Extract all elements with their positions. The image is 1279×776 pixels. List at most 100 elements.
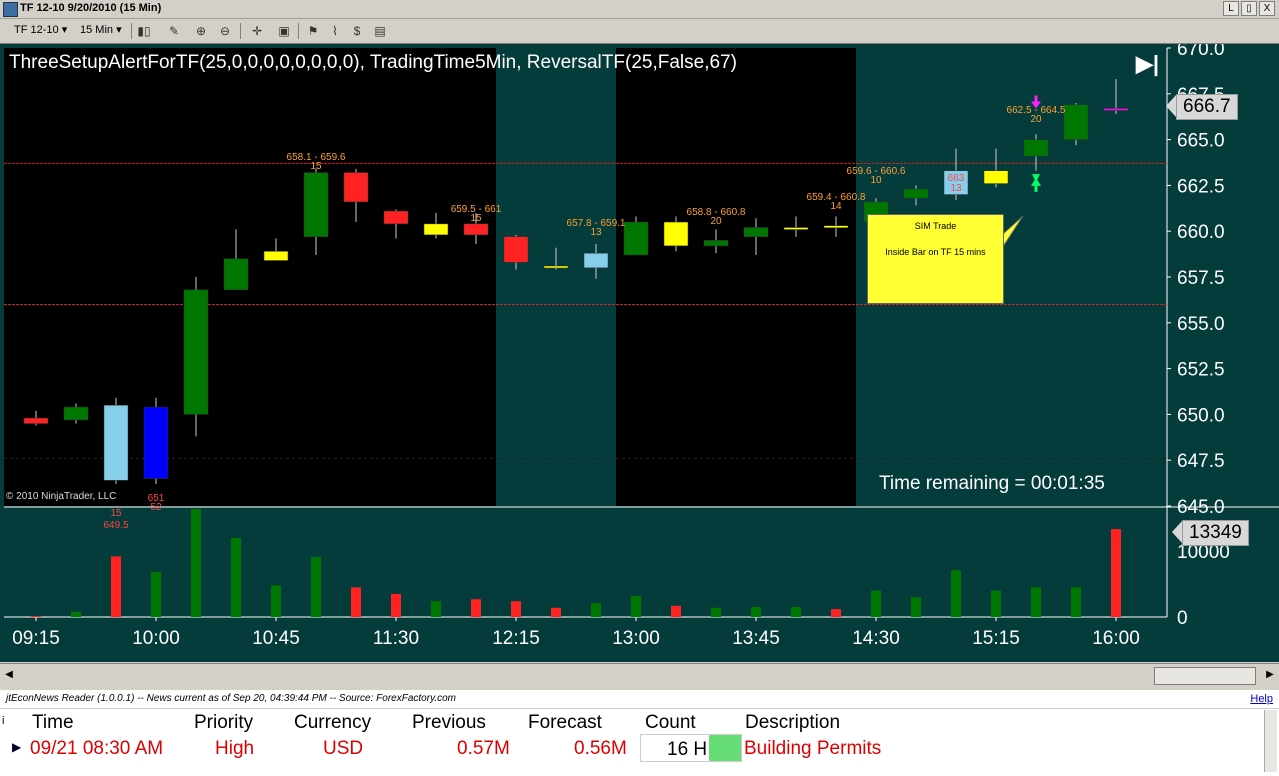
strategies-icon[interactable]: ⚑ [305, 23, 321, 39]
candle-body [23, 417, 49, 424]
volume-bar [151, 572, 161, 617]
scroll-thumb[interactable] [1154, 667, 1256, 685]
volume-bar [791, 607, 801, 617]
volume-bar [871, 590, 881, 617]
price-tick-label: 670.0 [1177, 44, 1225, 60]
volume-bar [1111, 529, 1121, 617]
candle-body [343, 172, 369, 203]
scroll-left-icon[interactable]: ◀ [2, 667, 16, 683]
price-tick-label: 665.0 [1177, 131, 1225, 152]
col-count[interactable]: Count [645, 712, 696, 734]
price-tick-label: 657.5 [1177, 268, 1225, 289]
col-currency[interactable]: Currency [294, 712, 371, 734]
candle-body [623, 221, 649, 256]
candle-body [1103, 108, 1129, 111]
up-arrow-stem [1034, 185, 1038, 192]
indicators-icon[interactable]: ⌇ [327, 23, 343, 39]
volume-bar [271, 585, 281, 617]
time-tick-label: 13:45 [732, 628, 780, 649]
col-forecast[interactable]: Forecast [528, 712, 602, 734]
zoom-in-icon[interactable]: ⊕ [193, 23, 209, 39]
time-tick-label: 12:15 [492, 628, 540, 649]
candle-label: 13 [950, 183, 962, 194]
news-count-cell: 16 H [640, 734, 742, 762]
news-column-headers: i Time Priority Currency Previous Foreca… [2, 710, 1270, 733]
interval-label: 15 Min [80, 24, 114, 36]
volume-bar [511, 601, 521, 617]
col-description[interactable]: Description [745, 712, 840, 734]
time-remaining-label: Time remaining = 00:01:35 [879, 473, 1105, 494]
chart-scrollbar[interactable]: ◀ ▶ [0, 663, 1279, 688]
candlestick-style-icon[interactable]: ▮▯ [136, 23, 152, 39]
maximize-button[interactable]: ▯ [1241, 1, 1257, 16]
candle-body [663, 221, 689, 247]
candle-body [823, 225, 849, 228]
volume-bar [751, 607, 761, 617]
candle-body [383, 210, 409, 225]
volume-bar [591, 603, 601, 617]
chart-toolbar: TF 12-10 ▾ 15 Min ▾ ▮▯ ✎ ⊕ ⊖ ✛ ▣ ⚑ ⌇ $ ▤ [0, 19, 1279, 44]
news-previous: 0.57M [457, 738, 510, 759]
help-link[interactable]: Help [1250, 690, 1273, 708]
news-row[interactable]: ▶ 09/21 08:30 AM High USD 0.57M 0.56M 16… [4, 732, 1270, 762]
volume-bar [231, 537, 241, 617]
col-priority[interactable]: Priority [194, 712, 253, 734]
news-scrollbar[interactable] [1264, 710, 1277, 772]
data-box-icon[interactable]: ▤ [372, 23, 388, 39]
volume-bar [911, 597, 921, 617]
news-header-text: jtEconNews Reader (1.0.0.1) -- News curr… [6, 693, 456, 704]
candle-label: 13 [590, 227, 602, 238]
row-indicator-header: i [2, 715, 5, 727]
volume-bar [391, 593, 401, 617]
volume-tick-label: 0 [1177, 608, 1188, 629]
skip-to-end-icon[interactable]: ▶| [1136, 52, 1162, 76]
volume-bar [991, 590, 1001, 617]
candle-body [1023, 139, 1049, 157]
time-tick-label: 14:30 [852, 628, 900, 649]
time-tick-label: 10:45 [252, 628, 300, 649]
candle-label: 20 [1030, 114, 1042, 125]
candle-body [783, 227, 809, 230]
candle-body [103, 404, 129, 481]
properties-icon[interactable]: ▣ [276, 23, 292, 39]
close-button[interactable]: X [1259, 1, 1275, 16]
volume-bar [1071, 587, 1081, 617]
session-background [616, 48, 856, 506]
draw-tool-icon[interactable]: ✎ [166, 23, 182, 39]
col-time[interactable]: Time [32, 712, 74, 734]
volume-bar [471, 599, 481, 617]
price-chart[interactable]: 670.0667.5665.0662.5660.0657.5655.0652.5… [0, 44, 1279, 662]
last-volume-tag: 13349 [1182, 520, 1249, 546]
window-controls: L ▯ X [1223, 1, 1275, 16]
price-tick-label: 650.0 [1177, 405, 1225, 426]
volume-bar [951, 570, 961, 617]
crosshair-icon[interactable]: ✛ [249, 23, 265, 39]
count-progress-fill [709, 735, 741, 761]
time-tick-label: 15:15 [972, 628, 1020, 649]
interval-selector[interactable]: 15 Min ▾ [80, 22, 122, 39]
volume-bar [1031, 587, 1041, 617]
candle-label: 15 [470, 213, 482, 224]
candle-label: 15 [110, 508, 122, 519]
volume-bar [671, 605, 681, 617]
minimize-button[interactable]: L [1223, 1, 1239, 16]
sim-trade-text: Inside Bar on TF 15 mins [885, 247, 986, 257]
candle-body [903, 188, 929, 199]
econ-news-panel: jtEconNews Reader (1.0.0.1) -- News curr… [0, 690, 1279, 776]
session-background [4, 48, 496, 506]
col-previous[interactable]: Previous [412, 712, 486, 734]
instrument-label: TF 12-10 [14, 24, 59, 36]
news-currency: USD [323, 738, 364, 759]
price-tick-label: 645.0 [1177, 497, 1225, 518]
zoom-out-icon[interactable]: ⊖ [217, 23, 233, 39]
orders-icon[interactable]: $ [349, 23, 365, 39]
news-header: jtEconNews Reader (1.0.0.1) -- News curr… [0, 690, 1279, 709]
candle-body [143, 406, 169, 479]
candle-body [983, 170, 1009, 184]
scroll-right-icon[interactable]: ▶ [1263, 667, 1277, 683]
news-priority: High [215, 738, 255, 759]
news-forecast: 0.56M [574, 738, 627, 759]
candle-body [503, 236, 529, 263]
last-price-tag: 666.7 [1176, 94, 1238, 120]
instrument-selector[interactable]: TF 12-10 ▾ [14, 22, 67, 39]
